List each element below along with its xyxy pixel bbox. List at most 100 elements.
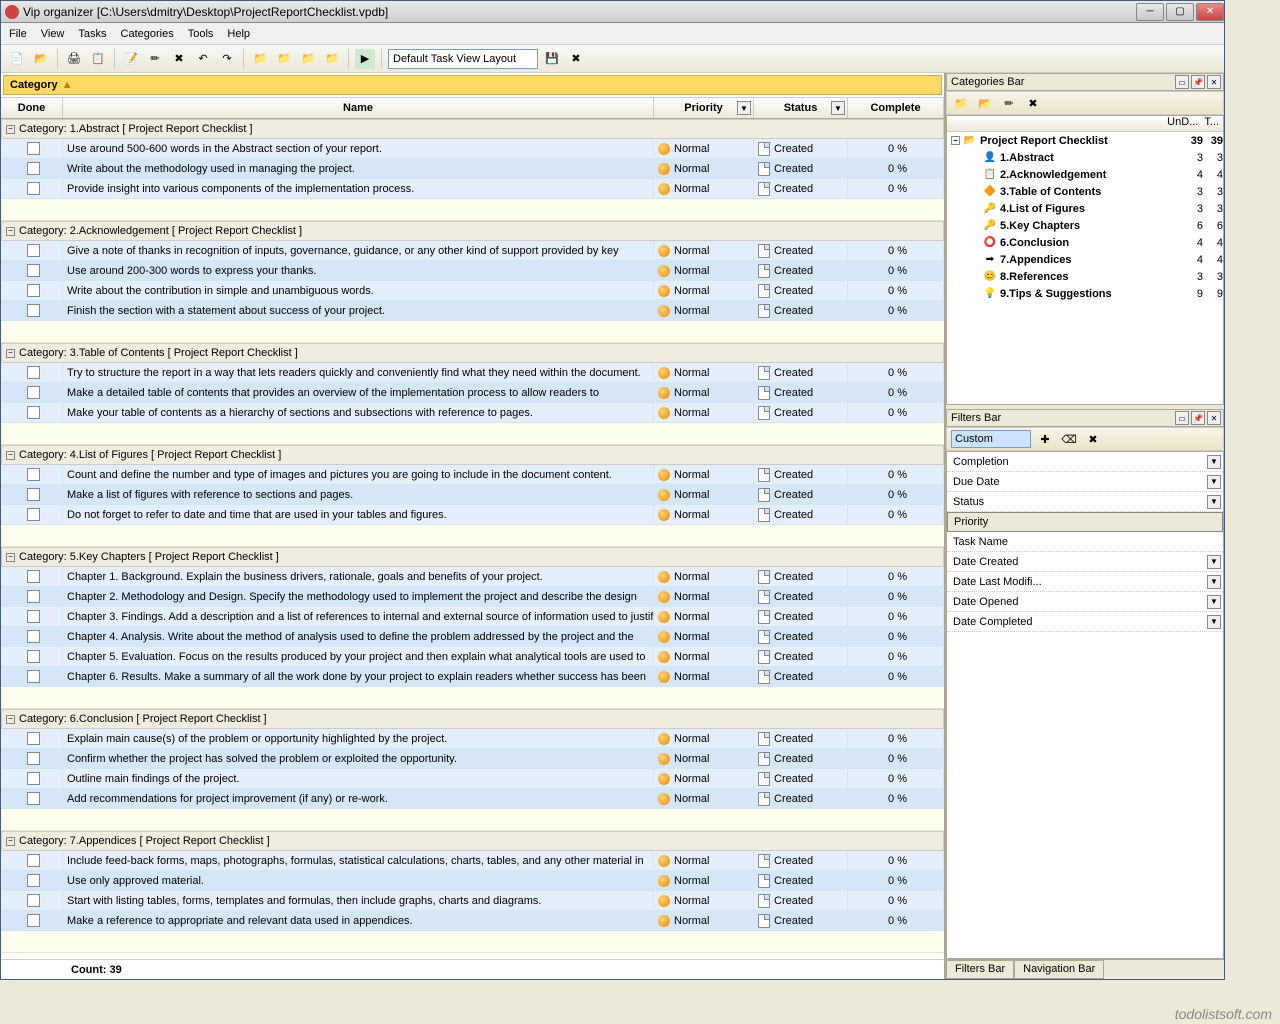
filter-list[interactable]: Completion▼Due Date▼Status▼PriorityTask … — [946, 451, 1224, 959]
tb-new-icon[interactable]: 📄 — [7, 49, 27, 69]
task-row[interactable]: Provide insight into various components … — [1, 179, 944, 199]
menu-categories[interactable]: Categories — [121, 28, 174, 40]
tb-print-icon[interactable]: 🖨 — [64, 49, 84, 69]
tb-copy-icon[interactable]: 📋 — [88, 49, 108, 69]
filter-row[interactable]: Date Last Modifi...▼ — [947, 572, 1223, 592]
task-row[interactable]: Confirm whether the project has solved t… — [1, 749, 944, 769]
tree-item[interactable]: 😊8.References33 — [947, 268, 1223, 285]
tree-item[interactable]: 💡9.Tips & Suggestions99 — [947, 285, 1223, 302]
collapse-icon[interactable]: − — [6, 125, 15, 134]
col-priority[interactable]: Priority▼ — [654, 98, 754, 118]
panel-min-icon[interactable]: ▭ — [1175, 75, 1189, 89]
task-row[interactable]: Chapter 1. Background. Explain the busin… — [1, 567, 944, 587]
filter-dropdown-icon[interactable]: ▼ — [1207, 595, 1221, 609]
done-checkbox[interactable] — [27, 772, 40, 785]
done-checkbox[interactable] — [27, 914, 40, 927]
col-complete[interactable]: Complete — [848, 98, 944, 118]
category-header[interactable]: −Category: 2.Acknowledgement [ Project R… — [1, 221, 944, 241]
done-checkbox[interactable] — [27, 162, 40, 175]
done-checkbox[interactable] — [27, 182, 40, 195]
category-header[interactable]: −Category: 5.Key Chapters [ Project Repo… — [1, 547, 944, 567]
task-row[interactable]: Include feed-back forms, maps, photograp… — [1, 851, 944, 871]
tb-cat2-icon[interactable]: 📁 — [274, 49, 294, 69]
task-row[interactable]: Start with listing tables, forms, templa… — [1, 891, 944, 911]
cat-new-icon[interactable]: 📁 — [951, 93, 971, 113]
task-row[interactable]: Use around 200-300 words to express your… — [1, 261, 944, 281]
filter-dropdown-icon[interactable]: ▼ — [1207, 555, 1221, 569]
filter-row[interactable]: Date Opened▼ — [947, 592, 1223, 612]
done-checkbox[interactable] — [27, 570, 40, 583]
tb-undo-icon[interactable]: ↶ — [193, 49, 213, 69]
filter-row[interactable]: Completion▼ — [947, 452, 1223, 472]
done-checkbox[interactable] — [27, 590, 40, 603]
tree-root[interactable]: − 📂 Project Report Checklist 3939 — [947, 132, 1223, 149]
col-name[interactable]: Name — [63, 98, 654, 118]
tab-filters[interactable]: Filters Bar — [946, 960, 1014, 979]
tb-cat1-icon[interactable]: 📁 — [250, 49, 270, 69]
tab-navigation[interactable]: Navigation Bar — [1014, 960, 1104, 979]
filter-row[interactable]: Date Completed▼ — [947, 612, 1223, 632]
done-checkbox[interactable] — [27, 304, 40, 317]
done-checkbox[interactable] — [27, 752, 40, 765]
status-filter-icon[interactable]: ▼ — [831, 101, 845, 115]
task-row[interactable]: Try to structure the report in a way tha… — [1, 363, 944, 383]
titlebar[interactable]: Vip organizer [C:\Users\dmitry\Desktop\P… — [1, 1, 1224, 23]
tree-item[interactable]: ⭕6.Conclusion44 — [947, 234, 1223, 251]
cat-newsub-icon[interactable]: 📂 — [975, 93, 995, 113]
task-row[interactable]: Write about the methodology used in mana… — [1, 159, 944, 179]
tb-newtask-icon[interactable]: 📝 — [121, 49, 141, 69]
menu-help[interactable]: Help — [227, 28, 250, 40]
layout-combo[interactable]: Default Task View Layout — [388, 49, 538, 69]
task-row[interactable]: Chapter 6. Results. Make a summary of al… — [1, 667, 944, 687]
tree-item[interactable]: ➡7.Appendices44 — [947, 251, 1223, 268]
done-checkbox[interactable] — [27, 630, 40, 643]
category-header[interactable]: −Category: 6.Conclusion [ Project Report… — [1, 709, 944, 729]
task-row[interactable]: Chapter 4. Analysis. Write about the met… — [1, 627, 944, 647]
tree-collapse-icon[interactable]: − — [951, 136, 960, 145]
filter-combo[interactable]: Custom — [951, 430, 1031, 448]
filter-dropdown-icon[interactable]: ▼ — [1207, 455, 1221, 469]
task-row[interactable]: Use around 500-600 words in the Abstract… — [1, 139, 944, 159]
tb-delete-icon[interactable]: ✖ — [169, 49, 189, 69]
task-row[interactable]: Do not forget to refer to date and time … — [1, 505, 944, 525]
task-row[interactable]: Outline main findings of the project.Nor… — [1, 769, 944, 789]
done-checkbox[interactable] — [27, 284, 40, 297]
cat-edit-icon[interactable]: ✏ — [999, 93, 1019, 113]
tree-item[interactable]: 🔑5.Key Chapters66 — [947, 217, 1223, 234]
task-row[interactable]: Add recommendations for project improvem… — [1, 789, 944, 809]
col-done[interactable]: Done — [1, 98, 63, 118]
collapse-icon[interactable]: − — [6, 227, 15, 236]
task-row[interactable]: Count and define the number and type of … — [1, 465, 944, 485]
done-checkbox[interactable] — [27, 894, 40, 907]
collapse-icon[interactable]: − — [6, 451, 15, 460]
tb-layout-del-icon[interactable]: ✖ — [566, 49, 586, 69]
tb-cat3-icon[interactable]: 📁 — [298, 49, 318, 69]
tree-item[interactable]: 👤1.Abstract33 — [947, 149, 1223, 166]
tree-item[interactable]: 🔶3.Table of Contents33 — [947, 183, 1223, 200]
category-header[interactable]: −Category: 1.Abstract [ Project Report C… — [1, 119, 944, 139]
done-checkbox[interactable] — [27, 386, 40, 399]
filter-dropdown-icon[interactable]: ▼ — [1207, 575, 1221, 589]
task-row[interactable]: Make a detailed table of contents that p… — [1, 383, 944, 403]
category-header[interactable]: −Category: 3.Table of Contents [ Project… — [1, 343, 944, 363]
cat-del-icon[interactable]: ✖ — [1023, 93, 1043, 113]
menu-view[interactable]: View — [41, 28, 65, 40]
tb-run-icon[interactable]: ▶ — [355, 49, 375, 69]
tb-redo-icon[interactable]: ↷ — [217, 49, 237, 69]
category-header[interactable]: −Category: 4.List of Figures [ Project R… — [1, 445, 944, 465]
filter-del-icon[interactable]: ✖ — [1083, 429, 1103, 449]
minimize-button[interactable]: ─ — [1136, 3, 1164, 21]
done-checkbox[interactable] — [27, 874, 40, 887]
done-checkbox[interactable] — [27, 142, 40, 155]
task-row[interactable]: Chapter 5. Evaluation. Focus on the resu… — [1, 647, 944, 667]
priority-filter-icon[interactable]: ▼ — [737, 101, 751, 115]
filter-dropdown-icon[interactable]: ▼ — [1207, 475, 1221, 489]
filter-row[interactable]: Task Name — [947, 532, 1223, 552]
done-checkbox[interactable] — [27, 854, 40, 867]
maximize-button[interactable]: ▢ — [1166, 3, 1194, 21]
task-row[interactable]: Use only approved material.NormalCreated… — [1, 871, 944, 891]
tb-cat4-icon[interactable]: 📁 — [322, 49, 342, 69]
filter-row[interactable]: Due Date▼ — [947, 472, 1223, 492]
menu-tasks[interactable]: Tasks — [78, 28, 106, 40]
task-row[interactable]: Make a reference to appropriate and rele… — [1, 911, 944, 931]
